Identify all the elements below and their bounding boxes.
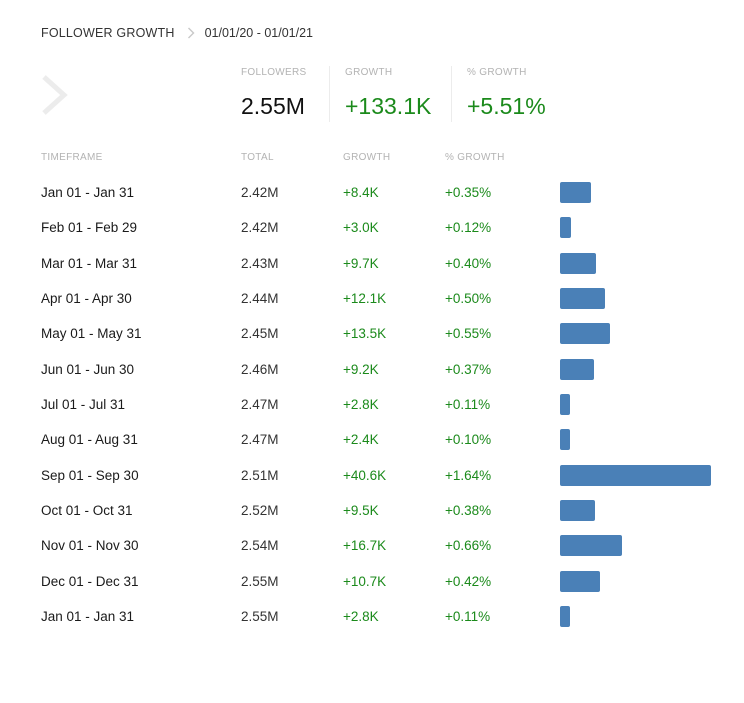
growth-label: GROWTH xyxy=(345,67,393,78)
table-row: Jun 01 - Jun 30 2.46M +9.2K +0.37% xyxy=(41,352,721,387)
growth-bar xyxy=(560,535,622,557)
row-total: 2.47M xyxy=(241,432,279,448)
row-timeframe: Mar 01 - Mar 31 xyxy=(41,255,138,271)
breadcrumb-title[interactable]: FOLLOWER GROWTH xyxy=(41,26,175,40)
row-timeframe: Sep 01 - Sep 30 xyxy=(41,467,139,483)
row-growth: +2.8K xyxy=(343,609,379,625)
row-percent-growth: +0.35% xyxy=(445,185,492,200)
growth-bar xyxy=(560,358,594,380)
table-row: Jan 01 - Jan 31 2.55M +2.8K +0.11% xyxy=(41,599,721,634)
table-row: Aug 01 - Aug 31 2.47M +2.4K +0.10% xyxy=(41,422,721,457)
percent-growth-value: +5.51% xyxy=(467,93,546,119)
row-growth: +9.7K xyxy=(343,255,379,271)
row-timeframe: Dec 01 - Dec 31 xyxy=(41,573,139,589)
header-total[interactable]: TOTAL xyxy=(241,152,274,163)
row-total: 2.47M xyxy=(241,397,279,413)
table-row: Jul 01 - Jul 31 2.47M +2.8K +0.11% xyxy=(41,387,721,422)
row-percent-growth: +0.40% xyxy=(445,255,492,271)
growth-bar xyxy=(560,429,570,451)
growth-bar xyxy=(560,464,711,486)
row-timeframe: Apr 01 - Apr 30 xyxy=(41,291,132,307)
breadcrumb-date-range: 01/01/20 - 01/01/21 xyxy=(204,26,313,40)
growth-bar xyxy=(560,500,595,522)
row-growth: +12.1K xyxy=(343,291,387,307)
row-percent-growth: +0.10% xyxy=(445,432,492,448)
row-growth: +8.4K xyxy=(343,185,379,200)
row-timeframe: Feb 01 - Feb 29 xyxy=(41,220,138,236)
row-total: 2.42M xyxy=(241,185,279,200)
table-row: May 01 - May 31 2.45M +13.5K +0.55% xyxy=(41,316,721,351)
row-timeframe: Jan 01 - Jan 31 xyxy=(41,185,135,200)
row-timeframe: May 01 - May 31 xyxy=(41,326,142,342)
breadcrumb: FOLLOWER GROWTH 01/01/20 - 01/01/21 xyxy=(41,24,313,42)
growth-value: +133.1K xyxy=(345,93,432,119)
growth-bar xyxy=(560,323,610,345)
row-percent-growth: +0.11% xyxy=(445,397,491,413)
row-percent-growth: +0.11% xyxy=(445,609,491,625)
row-total: 2.46M xyxy=(241,361,279,377)
growth-bar xyxy=(560,394,570,416)
row-timeframe: Jun 01 - Jun 30 xyxy=(41,361,135,377)
row-growth: +9.2K xyxy=(343,361,379,377)
table-row: Mar 01 - Mar 31 2.43M +9.7K +0.40% xyxy=(41,246,721,281)
growth-bar xyxy=(560,570,600,592)
row-growth: +16.7K xyxy=(343,538,387,554)
row-total: 2.52M xyxy=(241,503,279,519)
table-row: Jan 01 - Jan 31 2.42M +8.4K +0.35% xyxy=(41,175,721,210)
table-row: Apr 01 - Apr 30 2.44M +12.1K +0.50% xyxy=(41,281,721,316)
row-timeframe: Nov 01 - Nov 30 xyxy=(41,538,139,554)
row-percent-growth: +0.38% xyxy=(445,503,492,519)
row-total: 2.43M xyxy=(241,255,279,271)
row-total: 2.42M xyxy=(241,220,279,236)
row-percent-growth: +1.64% xyxy=(445,467,492,483)
header-percent-growth[interactable]: % GROWTH xyxy=(445,152,505,163)
next-arrow-icon[interactable] xyxy=(40,73,70,117)
growth-bar xyxy=(560,217,571,239)
row-percent-growth: +0.55% xyxy=(445,326,492,342)
growth-bar xyxy=(560,288,605,310)
growth-bar xyxy=(560,606,570,628)
row-timeframe: Oct 01 - Oct 31 xyxy=(41,503,133,519)
growth-bar xyxy=(560,252,596,274)
row-percent-growth: +0.42% xyxy=(445,573,492,589)
growth-metric: GROWTH +133.1K xyxy=(329,66,451,122)
growth-table: Jan 01 - Jan 31 2.42M +8.4K +0.35% Feb 01 - … xyxy=(41,175,721,634)
followers-value: 2.55M xyxy=(241,93,305,119)
table-row: Feb 01 - Feb 29 2.42M +3.0K +0.12% xyxy=(41,210,721,245)
growth-bar xyxy=(560,182,591,203)
row-growth: +10.7K xyxy=(343,573,387,589)
row-timeframe: Jan 01 - Jan 31 xyxy=(41,609,135,625)
row-percent-growth: +0.66% xyxy=(445,538,492,554)
table-header: TIMEFRAME TOTAL GROWTH % GROWTH xyxy=(41,152,721,166)
row-total: 2.55M xyxy=(241,573,279,589)
row-growth: +2.8K xyxy=(343,397,379,413)
row-total: 2.45M xyxy=(241,326,279,342)
row-total: 2.44M xyxy=(241,291,279,307)
percent-growth-metric: % GROWTH +5.51% xyxy=(451,66,567,122)
row-growth: +13.5K xyxy=(343,326,387,342)
row-percent-growth: +0.12% xyxy=(445,220,492,236)
row-timeframe: Jul 01 - Jul 31 xyxy=(41,397,126,413)
table-row: Sep 01 - Sep 30 2.51M +40.6K +1.64% xyxy=(41,458,721,493)
row-percent-growth: +0.50% xyxy=(445,291,492,307)
row-percent-growth: +0.37% xyxy=(445,361,492,377)
table-row: Oct 01 - Oct 31 2.52M +9.5K +0.38% xyxy=(41,493,721,528)
followers-label: FOLLOWERS xyxy=(241,67,307,78)
header-timeframe[interactable]: TIMEFRAME xyxy=(41,152,103,163)
row-total: 2.55M xyxy=(241,609,279,625)
percent-growth-label: % GROWTH xyxy=(467,67,527,78)
summary-metrics: FOLLOWERS 2.55M GROWTH +133.1K % GROWTH … xyxy=(241,66,567,122)
row-growth: +40.6K xyxy=(343,467,387,483)
row-growth: +3.0K xyxy=(343,220,379,236)
row-total: 2.51M xyxy=(241,467,279,483)
table-row: Dec 01 - Dec 31 2.55M +10.7K +0.42% xyxy=(41,564,721,599)
row-growth: +2.4K xyxy=(343,432,379,448)
row-growth: +9.5K xyxy=(343,503,379,519)
row-timeframe: Aug 01 - Aug 31 xyxy=(41,432,138,448)
followers-metric: FOLLOWERS 2.55M xyxy=(241,66,329,122)
table-row: Nov 01 - Nov 30 2.54M +16.7K +0.66% xyxy=(41,528,721,563)
row-total: 2.54M xyxy=(241,538,279,554)
header-growth[interactable]: GROWTH xyxy=(343,152,390,163)
chevron-right-icon xyxy=(187,27,195,39)
